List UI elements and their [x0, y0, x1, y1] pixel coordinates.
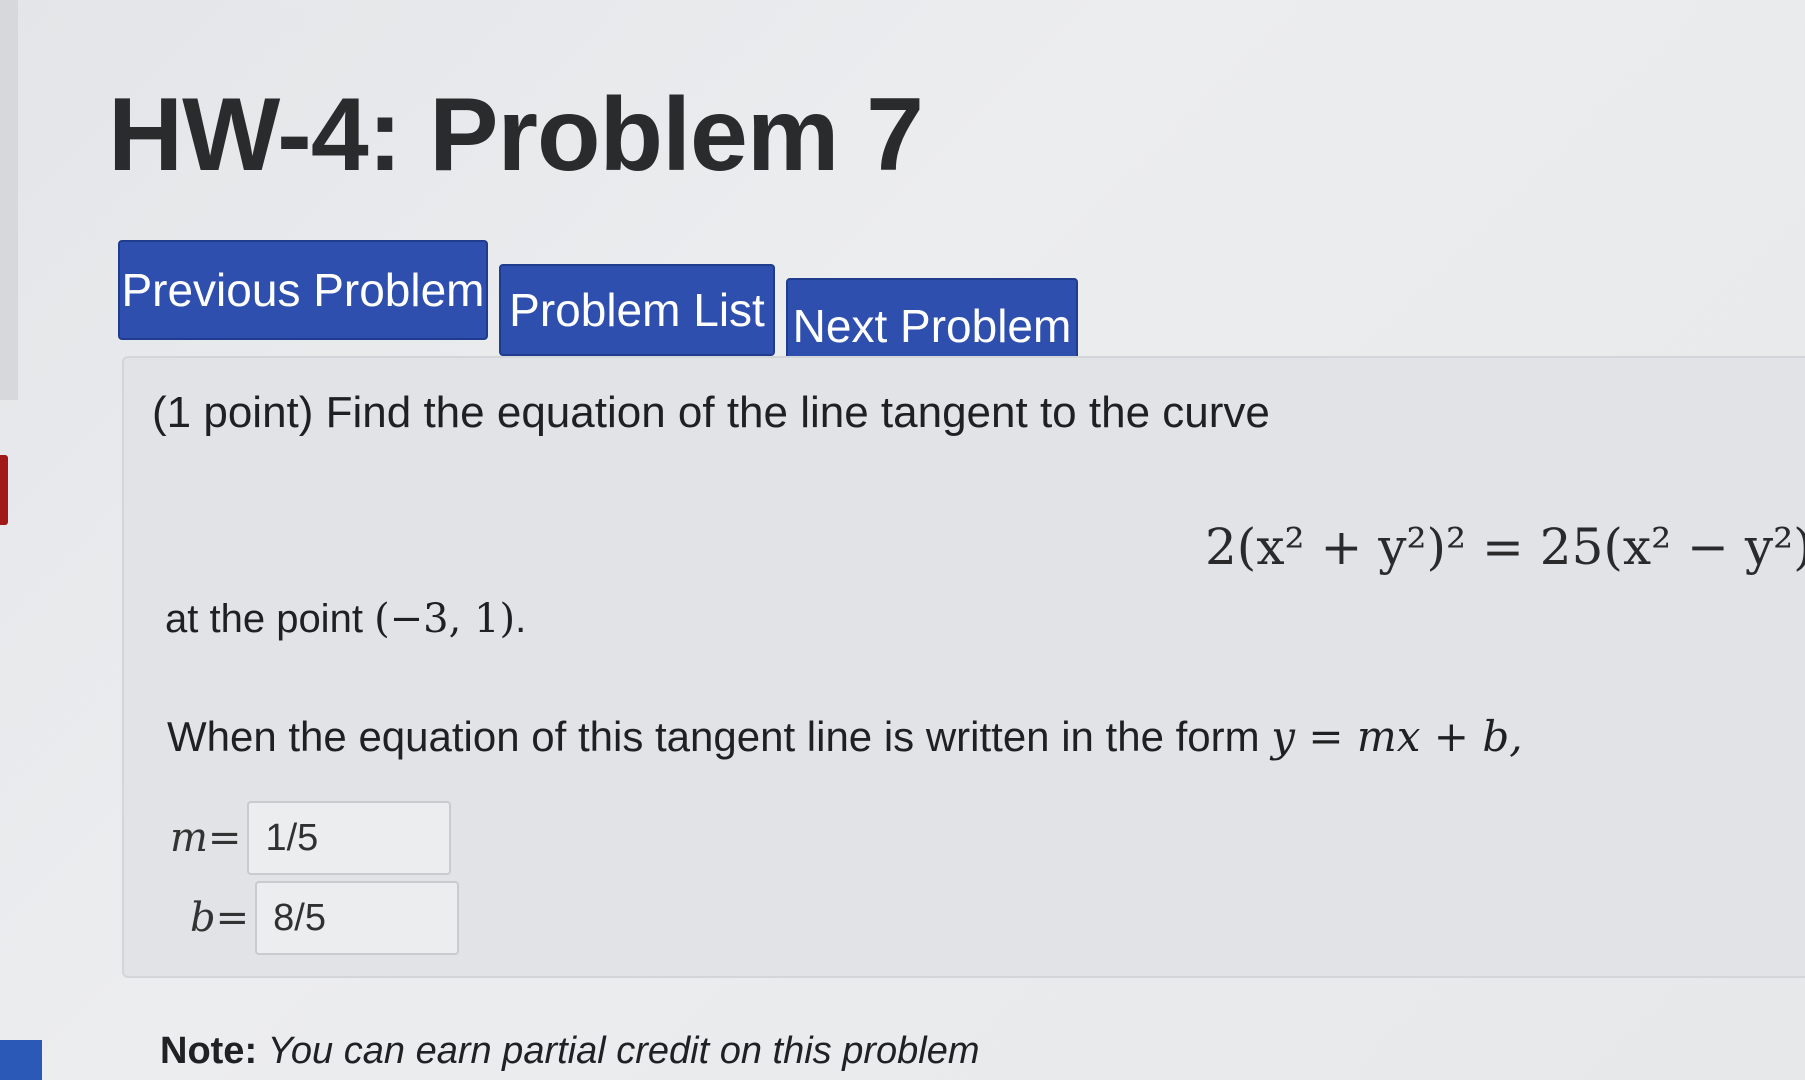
point-prefix: at the point	[165, 597, 363, 641]
note-label: Note:	[160, 1030, 258, 1072]
m-answer-input[interactable]	[247, 801, 452, 875]
point-suffix: .	[515, 597, 527, 641]
page-title: HW-4: Problem 7	[108, 77, 924, 193]
curve-equation: 2(x² + y²)² = 25(x² − y²)	[1205, 518, 1805, 576]
b-label: b=	[190, 895, 250, 941]
form-text: When the equation of this tangent line i…	[167, 713, 1260, 760]
problem-prompt: (1 point) Find the equation of the line …	[152, 388, 1270, 437]
answer-row-b: b=	[190, 880, 460, 956]
form-line: When the equation of this tangent line i…	[167, 712, 1523, 761]
form-equation: y = mx + b,	[1271, 712, 1523, 761]
point-line: at the point (−3, 1).	[165, 596, 526, 642]
side-tab[interactable]	[0, 1040, 42, 1080]
previous-problem-button[interactable]: Previous Problem	[118, 240, 488, 340]
left-edge-strip	[0, 0, 18, 400]
problem-list-button[interactable]: Problem List	[499, 264, 775, 356]
m-label: m=	[170, 815, 242, 861]
side-marker	[0, 455, 8, 525]
answer-row-m: m=	[170, 800, 452, 876]
partial-credit-note: Note: You can earn partial credit on thi…	[160, 1030, 980, 1073]
note-text: You can earn partial credit on this prob…	[267, 1030, 980, 1072]
b-answer-input[interactable]	[255, 881, 460, 955]
point-value: (−3, 1)	[374, 596, 516, 642]
